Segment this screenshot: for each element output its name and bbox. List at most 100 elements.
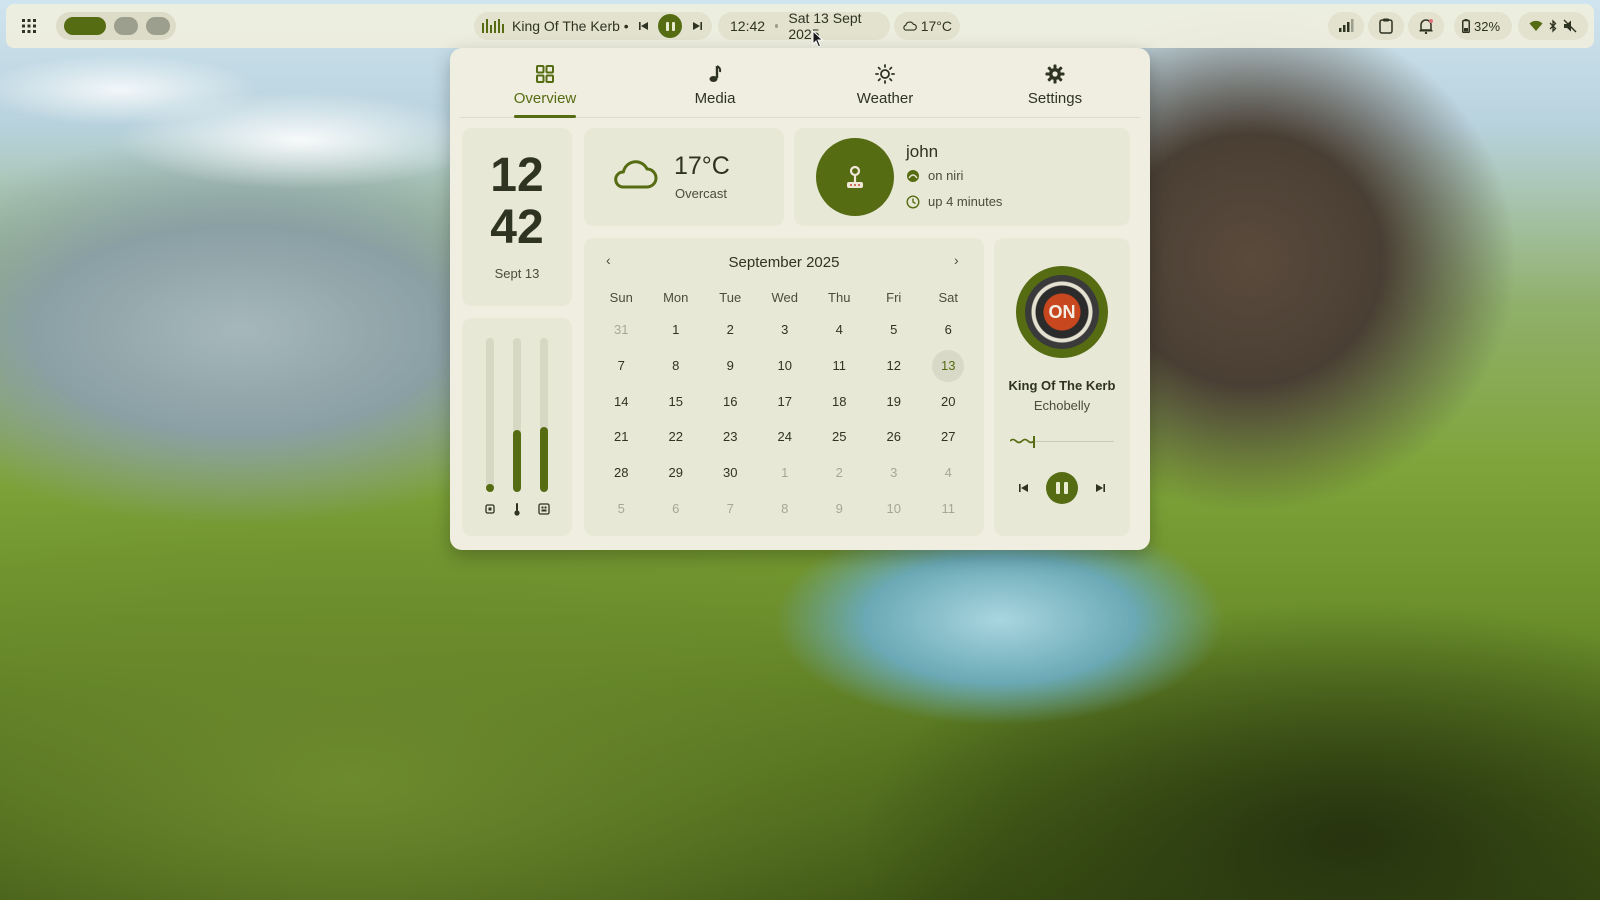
- tab-label: Overview: [513, 90, 577, 107]
- calendar-day[interactable]: 31: [594, 312, 649, 348]
- calendar-day[interactable]: 9: [703, 348, 758, 384]
- network-status[interactable]: [1518, 12, 1588, 40]
- calendar-day[interactable]: 11: [921, 490, 976, 526]
- weather-card[interactable]: 17°C Overcast: [584, 128, 784, 226]
- progress-track: [1034, 441, 1114, 442]
- resource-monitor-button[interactable]: [1328, 12, 1364, 40]
- calendar-day[interactable]: 7: [703, 490, 758, 526]
- calendar-day[interactable]: 17: [758, 383, 813, 419]
- next-track-button[interactable]: [1090, 478, 1110, 498]
- calendar-day[interactable]: 4: [812, 312, 867, 348]
- clock-hour: 12: [490, 149, 544, 202]
- temperature-slider-fill: [513, 430, 521, 492]
- media-widget[interactable]: King Of The Kerb • Echobelly: [474, 12, 712, 40]
- play-pause-button[interactable]: [658, 14, 683, 38]
- calendar-day[interactable]: 9: [812, 490, 867, 526]
- track-title: King Of The Kerb: [1008, 378, 1116, 393]
- user-card: john on niri up 4 minutes: [794, 128, 1130, 226]
- calendar-day[interactable]: 4: [921, 455, 976, 491]
- clipboard-button[interactable]: [1368, 12, 1404, 40]
- cloud-icon: [903, 21, 917, 31]
- calendar-day-number: 22: [668, 429, 683, 445]
- calendar-day[interactable]: 24: [758, 419, 813, 455]
- play-pause-button[interactable]: [1046, 472, 1078, 504]
- weekday-header: Wed: [771, 289, 799, 305]
- calendar-day[interactable]: 10: [758, 348, 813, 384]
- calendar-day-number: 14: [614, 393, 629, 409]
- tab-weather[interactable]: Weather: [800, 48, 970, 117]
- calendar-day[interactable]: 25: [812, 419, 867, 455]
- memory-slider[interactable]: [540, 338, 548, 492]
- battery-widget[interactable]: 32%: [1454, 12, 1512, 40]
- next-track-icon[interactable]: [690, 19, 704, 33]
- calendar-day-number: 26: [886, 429, 901, 445]
- tab-label: Media: [694, 90, 736, 107]
- calendar-day-number: 6: [944, 322, 952, 338]
- topbar-time: 12:42: [730, 18, 766, 34]
- calendar-day-today[interactable]: 13: [921, 348, 976, 384]
- calendar-day-number: 2: [835, 465, 843, 481]
- calendar-day[interactable]: 20: [921, 383, 976, 419]
- calendar-day[interactable]: 2: [703, 312, 758, 348]
- album-art[interactable]: ON: [1016, 266, 1108, 358]
- calendar-day-number: 12: [886, 358, 901, 374]
- previous-track-icon[interactable]: [637, 19, 651, 33]
- clipboard-icon: [1379, 18, 1393, 34]
- workspace-3[interactable]: [146, 17, 170, 35]
- tab-media[interactable]: Media: [630, 48, 800, 117]
- app-launcher-button[interactable]: [14, 12, 44, 40]
- calendar-day[interactable]: 3: [867, 455, 922, 491]
- calendar-day[interactable]: 16: [703, 383, 758, 419]
- calendar-day[interactable]: 6: [921, 312, 976, 348]
- workspace-2[interactable]: [114, 17, 138, 35]
- calendar-day[interactable]: 14: [594, 383, 649, 419]
- track-progress-slider[interactable]: [1010, 436, 1114, 448]
- temperature-slider[interactable]: [513, 338, 521, 492]
- calendar-day[interactable]: 27: [921, 419, 976, 455]
- battery-percent: 32%: [1474, 18, 1501, 34]
- calendar-day[interactable]: 29: [649, 455, 704, 491]
- calendar-day[interactable]: 12: [867, 348, 922, 384]
- calendar-next-button[interactable]: ›: [954, 252, 959, 268]
- calendar-day[interactable]: 21: [594, 419, 649, 455]
- calendar-day-number: 6: [672, 500, 680, 516]
- window-manager-label: on niri: [928, 168, 964, 183]
- cpu-slider[interactable]: [486, 338, 494, 492]
- calendar-day[interactable]: 1: [758, 455, 813, 491]
- calendar-day[interactable]: 3: [758, 312, 813, 348]
- calendar-day-number: 30: [723, 465, 738, 481]
- notifications-button[interactable]: [1408, 12, 1444, 40]
- calendar-day[interactable]: 11: [812, 348, 867, 384]
- calendar-day[interactable]: 1: [649, 312, 704, 348]
- progress-knob[interactable]: [1033, 436, 1035, 448]
- audio-visualizer-icon: [482, 19, 504, 33]
- calendar-day[interactable]: 5: [867, 312, 922, 348]
- weather-widget[interactable]: 17°C: [894, 12, 960, 40]
- calendar-day[interactable]: 5: [594, 490, 649, 526]
- calendar-day[interactable]: 23: [703, 419, 758, 455]
- calendar-day[interactable]: 6: [649, 490, 704, 526]
- calendar-day[interactable]: 18: [812, 383, 867, 419]
- calendar-day[interactable]: 22: [649, 419, 704, 455]
- calendar-day[interactable]: 10: [867, 490, 922, 526]
- window-manager-row: on niri: [906, 168, 963, 183]
- tab-settings[interactable]: Settings: [970, 48, 1140, 117]
- calendar-day-number: 23: [723, 429, 738, 445]
- calendar-day[interactable]: 30: [703, 455, 758, 491]
- calendar-day[interactable]: 2: [812, 455, 867, 491]
- workspace-1[interactable]: [64, 17, 106, 35]
- calendar-day[interactable]: 7: [594, 348, 649, 384]
- tab-overview[interactable]: Overview: [460, 48, 630, 118]
- calendar-day[interactable]: 8: [649, 348, 704, 384]
- memory-icon: [537, 502, 551, 516]
- calendar-day[interactable]: 8: [758, 490, 813, 526]
- calendar-day[interactable]: 28: [594, 455, 649, 491]
- previous-track-button[interactable]: [1014, 478, 1034, 498]
- calendar-day-number: 15: [668, 393, 683, 409]
- calendar-grid: Sun Mon Tue Wed Thu Fri Sat 31 1 2 3 4 5 6 7 8 9 1…: [594, 282, 976, 526]
- calendar-day-number: 9: [835, 500, 843, 516]
- calendar-day[interactable]: 15: [649, 383, 704, 419]
- calendar-day[interactable]: 26: [867, 419, 922, 455]
- clock-widget[interactable]: 12:42 Sat 13 Sept 2025: [718, 10, 890, 42]
- calendar-day[interactable]: 19: [867, 383, 922, 419]
